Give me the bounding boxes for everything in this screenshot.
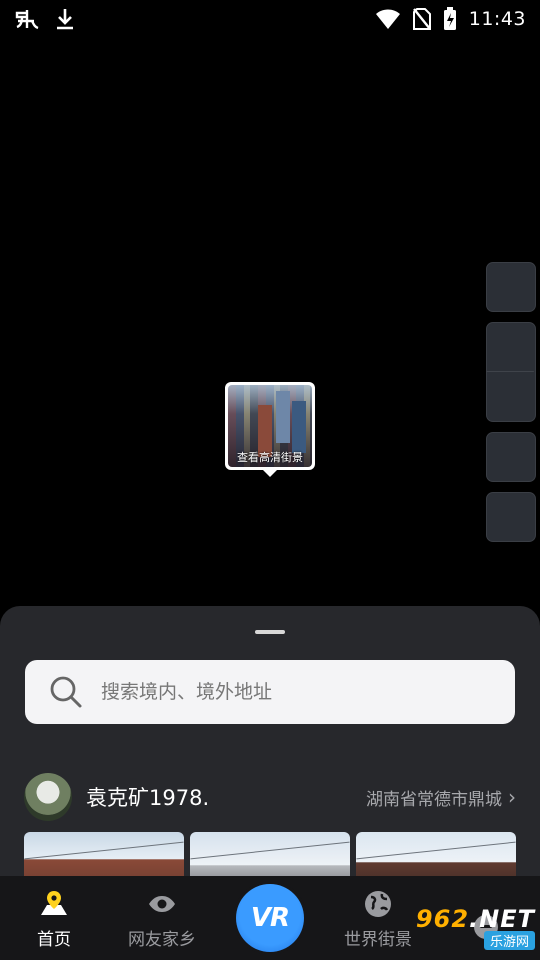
vr-icon: VR: [250, 903, 290, 933]
post-username[interactable]: 袁克矿1978.: [86, 782, 366, 812]
pin-tail: [262, 469, 278, 477]
download-icon: [57, 9, 73, 30]
status-bar: 11:43: [0, 0, 540, 38]
watermark-962: 962: [415, 905, 470, 933]
tab-home-label: 首页: [37, 930, 71, 950]
search-icon: [50, 676, 82, 708]
status-right: 11:43: [375, 7, 526, 31]
map-tool-group[interactable]: [486, 322, 536, 422]
no-sim-icon: [412, 8, 431, 30]
sheet-drag-handle[interactable]: [255, 630, 285, 634]
watermark-net: .NET: [469, 905, 535, 933]
watermark-site: 乐游网: [483, 931, 535, 950]
chevron-right-icon[interactable]: ›: [508, 785, 516, 809]
map-pin-icon: [41, 891, 67, 915]
app-notification-icon: [15, 10, 39, 30]
eye-icon: [149, 896, 175, 912]
post-location[interactable]: 湖南省常德市鼎城: [366, 785, 502, 810]
map-tool-4[interactable]: [486, 432, 536, 482]
status-time: 11:43: [468, 8, 526, 30]
map-tool-5[interactable]: [486, 492, 536, 542]
street-view-thumbnail: 查看高清街景: [228, 385, 312, 467]
vr-button[interactable]: VR: [236, 884, 304, 952]
pin-caption: 查看高清街景: [237, 451, 303, 464]
search-input[interactable]: [99, 680, 483, 704]
battery-charging-icon: [443, 7, 456, 30]
tab-hometowns-label: 网友家乡: [128, 930, 196, 950]
avatar[interactable]: [24, 773, 72, 821]
tab-home[interactable]: 首页: [0, 876, 108, 960]
tab-hometowns[interactable]: 网友家乡: [108, 876, 216, 960]
post-header[interactable]: 袁克矿1978. 湖南省常德市鼎城 ›: [24, 772, 516, 822]
status-left: [14, 7, 76, 31]
globe-icon: [365, 891, 391, 917]
wifi-icon: [375, 9, 400, 29]
street-view-pin[interactable]: 查看高清街景: [225, 382, 315, 477]
map-tool-divider: [486, 371, 534, 372]
search-bar[interactable]: [25, 660, 515, 724]
watermark-logo: 962.NET 乐游网: [397, 905, 535, 955]
map-tool-1[interactable]: [486, 262, 536, 312]
